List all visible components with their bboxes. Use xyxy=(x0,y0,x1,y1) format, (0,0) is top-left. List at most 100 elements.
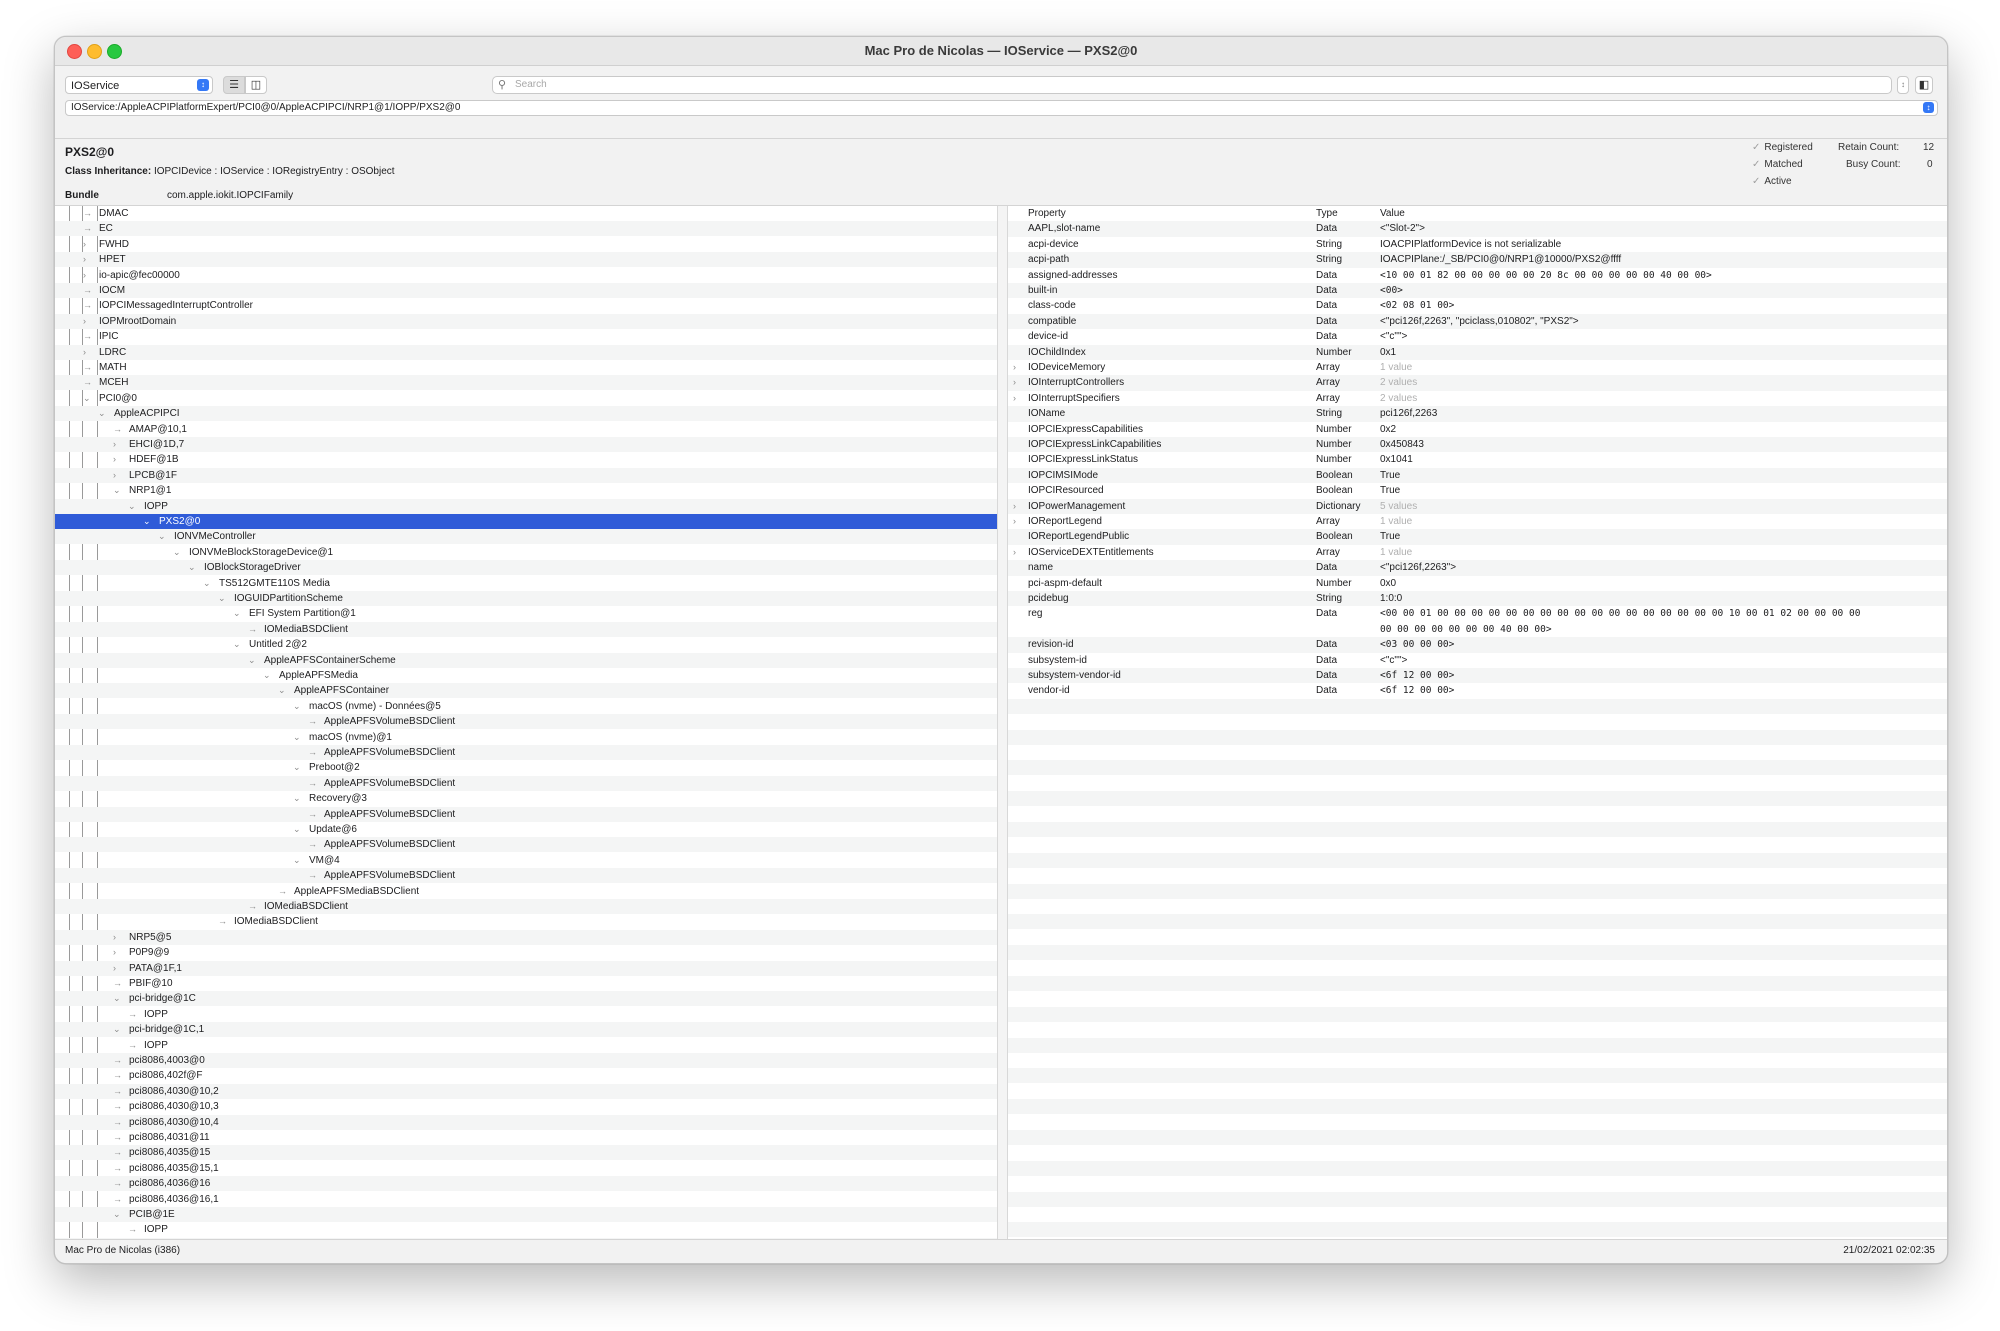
tree-row[interactable]: ⌄ macOS (nvme)@1 xyxy=(55,730,997,745)
property-row[interactable]: › IOInterruptControllers Array 2 values xyxy=(1008,375,1947,391)
disclosure-closed-icon[interactable]: › xyxy=(1013,545,1016,560)
disclosure-open-icon[interactable]: ⌄ xyxy=(158,529,166,544)
tree-row[interactable]: → IPIC xyxy=(55,329,997,344)
disclosure-open-icon[interactable]: ⌄ xyxy=(203,576,211,591)
tree-row[interactable]: ⌄ Preboot@2 xyxy=(55,760,997,775)
path-field[interactable]: IOService:/AppleACPIPlatformExpert/PCI0@… xyxy=(65,100,1938,116)
disclosure-open-icon[interactable]: ⌄ xyxy=(173,545,181,560)
disclosure-closed-icon[interactable]: › xyxy=(1013,391,1016,406)
disclosure-open-icon[interactable]: ⌄ xyxy=(233,637,241,652)
property-row[interactable]: IOChildIndex Number 0x1 xyxy=(1008,344,1947,360)
property-row[interactable]: AAPL,slot-name Data <"Slot-2"> xyxy=(1008,221,1947,237)
disclosure-closed-icon[interactable]: › xyxy=(113,468,116,483)
tree-row[interactable]: → EC xyxy=(55,221,997,237)
disclosure-closed-icon[interactable]: › xyxy=(83,268,86,283)
property-row[interactable]: acpi-device String IOACPIPlatformDevice is… xyxy=(1008,237,1947,252)
tree-row[interactable]: ⌄ NRP1@1 xyxy=(55,483,997,498)
disclosure-closed-icon[interactable]: › xyxy=(113,452,116,467)
column-header-value[interactable]: Value xyxy=(1380,206,1405,221)
property-row[interactable]: IOPCIExpressLinkCapabilities Number 0x4508… xyxy=(1008,437,1947,453)
disclosure-open-icon[interactable]: ⌄ xyxy=(113,1207,121,1222)
property-row[interactable]: IOPCIResourced Boolean True xyxy=(1008,483,1947,498)
disclosure-closed-icon[interactable]: › xyxy=(113,961,116,976)
property-row[interactable]: acpi-path String IOACPIPlane:/_SB/PCI0@0/N… xyxy=(1008,252,1947,268)
disclosure-open-icon[interactable]: ⌄ xyxy=(293,699,301,714)
tree-row[interactable]: ⌄ EFI System Partition@1 xyxy=(55,606,997,621)
property-row[interactable]: pcidebug String 1:0:0 xyxy=(1008,591,1947,607)
tree-row[interactable]: ⌄ Recovery@3 xyxy=(55,791,997,806)
tree-row[interactable]: → IOPP xyxy=(55,1007,997,1022)
tree-row[interactable]: → AMAP@10,1 xyxy=(55,422,997,437)
property-row[interactable]: › IOInterruptSpecifiers Array 2 values xyxy=(1008,391,1947,406)
tree-row[interactable]: ⌄ TS512GMTE110S Media xyxy=(55,576,997,591)
search-input[interactable]: ⚲ Search xyxy=(492,76,1892,94)
disclosure-closed-icon[interactable]: › xyxy=(83,237,86,252)
disclosure-closed-icon[interactable]: › xyxy=(83,345,86,360)
property-row[interactable]: IOName String pci126f,2263 xyxy=(1008,406,1947,422)
property-row[interactable]: name Data <"pci126f,2263"> xyxy=(1008,560,1947,576)
disclosure-open-icon[interactable]: ⌄ xyxy=(278,683,286,698)
disclosure-open-icon[interactable]: ⌄ xyxy=(233,606,241,621)
disclosure-open-icon[interactable]: ⌄ xyxy=(128,499,136,514)
disclosure-open-icon[interactable]: ⌄ xyxy=(113,1022,121,1037)
tree-row[interactable]: ⌄ IOPP xyxy=(55,498,997,514)
tree-row[interactable]: → pci8086,402f@F xyxy=(55,1068,997,1083)
disclosure-closed-icon[interactable]: › xyxy=(1013,375,1016,390)
registry-tree[interactable]: → DMAC → EC › FWHD › HPET › io-apic@fec00000 → IOCM… xyxy=(55,206,997,1239)
disclosure-open-icon[interactable]: ⌄ xyxy=(143,514,151,529)
disclosure-open-icon[interactable]: ⌄ xyxy=(293,822,301,837)
tree-row[interactable]: → AppleAPFSVolumeBSDClient xyxy=(55,714,997,730)
tree-row[interactable]: ⌄ pci-bridge@1C xyxy=(55,991,997,1007)
tree-row[interactable]: › NRP5@5 xyxy=(55,929,997,945)
tree-row[interactable]: → IOMediaBSDClient xyxy=(55,914,997,929)
property-row[interactable]: › IOPowerManagement Dictionary 5 values xyxy=(1008,498,1947,514)
disclosure-open-icon[interactable]: ⌄ xyxy=(98,406,106,421)
property-row[interactable]: reg Data <00 00 01 00 00 00 00 00 00 00 00… xyxy=(1008,606,1947,637)
property-row[interactable]: class-code Data <02 08 01 00> xyxy=(1008,298,1947,313)
tree-row[interactable]: → AppleAPFSVolumeBSDClient xyxy=(55,775,997,791)
tree-row[interactable]: → IOMediaBSDClient xyxy=(55,899,997,914)
tree-row[interactable]: › HPET xyxy=(55,252,997,268)
tree-row[interactable]: ⌄ AppleAPFSContainer xyxy=(55,683,997,699)
tree-row[interactable]: → AppleAPFSVolumeBSDClient xyxy=(55,745,997,760)
tree-row[interactable]: › EHCI@1D,7 xyxy=(55,437,997,452)
tree-row[interactable]: → AppleAPFSVolumeBSDClient xyxy=(55,868,997,884)
tree-row[interactable]: → MCEH xyxy=(55,375,997,391)
tree-row[interactable]: ⌄ IOGUIDPartitionScheme xyxy=(55,591,997,606)
property-row[interactable]: subsystem-vendor-id Data <6f 12 00 00> xyxy=(1008,668,1947,684)
column-header-property[interactable]: Property xyxy=(1028,206,1066,221)
tree-row[interactable]: ⌄ AppleAPFSContainerScheme xyxy=(55,652,997,668)
tree-row[interactable]: → IOPP xyxy=(55,1222,997,1237)
tree-row[interactable]: → pci8086,4036@16 xyxy=(55,1176,997,1192)
tree-row[interactable]: → pci8086,4031@11 xyxy=(55,1130,997,1145)
tree-row[interactable]: ⌄ Update@6 xyxy=(55,822,997,837)
tree-row[interactable]: › LDRC xyxy=(55,344,997,360)
property-row[interactable]: IOReportLegendPublic Boolean True xyxy=(1008,529,1947,545)
property-table[interactable]: Property Type Value AAPL,slot-name Data <"Slo… xyxy=(1007,206,1947,1239)
disclosure-open-icon[interactable]: ⌄ xyxy=(293,760,301,775)
tree-row[interactable]: → IOPP xyxy=(55,1038,997,1053)
tree-row[interactable]: ⌄ IONVMeBlockStorageDevice@1 xyxy=(55,545,997,560)
property-row[interactable]: subsystem-id Data <"c""> xyxy=(1008,653,1947,668)
column-header-type[interactable]: Type xyxy=(1316,206,1338,221)
tree-row[interactable]: › io-apic@fec00000 xyxy=(55,268,997,283)
disclosure-closed-icon[interactable]: › xyxy=(113,930,116,945)
tree-row[interactable]: → IOPCIMessagedInterruptController xyxy=(55,298,997,313)
property-row[interactable]: device-id Data <"c""> xyxy=(1008,329,1947,344)
column-view-button[interactable]: ◫ xyxy=(245,76,267,94)
tree-row[interactable]: → pci8086,4003@0 xyxy=(55,1053,997,1068)
property-row[interactable]: pci-aspm-default Number 0x0 xyxy=(1008,576,1947,591)
tree-row[interactable]: › HDEF@1B xyxy=(55,452,997,467)
tree-row[interactable]: › P0P9@9 xyxy=(55,945,997,960)
property-row[interactable]: IOPCIMSIMode Boolean True xyxy=(1008,467,1947,484)
tree-row[interactable]: → pci8086,4030@10,3 xyxy=(55,1099,997,1114)
property-row[interactable]: assigned-addresses Data <10 00 01 82 00 00… xyxy=(1008,268,1947,283)
disclosure-closed-icon[interactable]: › xyxy=(1013,514,1016,529)
property-row[interactable]: › IODeviceMemory Array 1 value xyxy=(1008,360,1947,375)
property-row[interactable]: › IOReportLegend Array 1 value xyxy=(1008,514,1947,529)
inspector-toggle-button[interactable]: ◧ xyxy=(1915,76,1933,94)
property-row[interactable]: › IOServiceDEXTEntitlements Array 1 value xyxy=(1008,545,1947,560)
search-options-stepper[interactable]: ↕ xyxy=(1897,76,1909,94)
disclosure-open-icon[interactable]: ⌄ xyxy=(263,668,271,683)
tree-row[interactable]: → IOMediaBSDClient xyxy=(55,621,997,637)
